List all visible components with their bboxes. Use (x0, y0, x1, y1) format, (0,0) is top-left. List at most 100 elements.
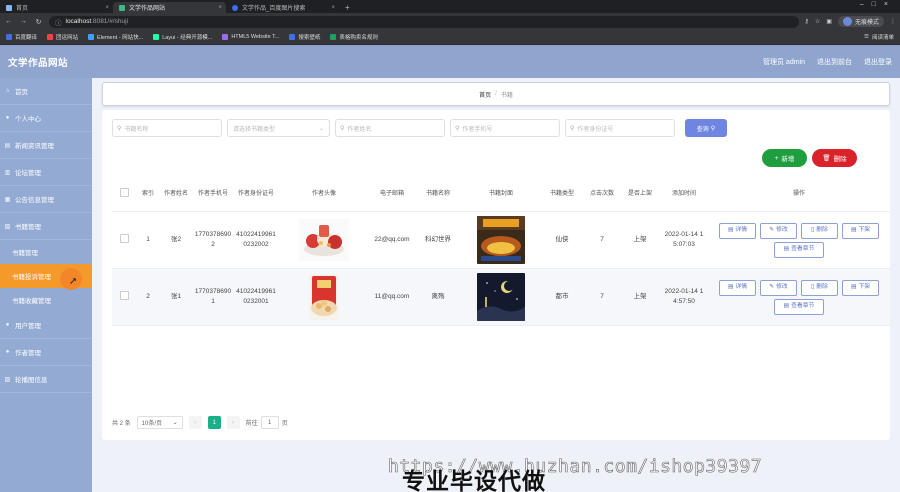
sidebar-subitem-book-favorite[interactable]: 书籍收藏管理 (0, 288, 92, 312)
user-icon: ● (5, 115, 10, 121)
author-phone-input[interactable]: ⚲ 作者手机号 (450, 119, 560, 137)
author-id-input[interactable]: ⚲ 作者身份证号 (565, 119, 675, 137)
pencil-icon: ✎ (769, 284, 775, 291)
window-controls[interactable]: –□× (860, 1, 896, 8)
star-icon[interactable]: ☆ (815, 18, 820, 25)
back-arrow-icon[interactable]: ← (4, 18, 13, 25)
sidebar-item-home[interactable]: ⌂ 首页 (0, 78, 92, 105)
cell-index: 1 (146, 236, 150, 244)
app-header: 文学作品网站 管理员 admin 退出到前台 退出登录 (0, 45, 900, 78)
close-icon[interactable]: × (105, 5, 109, 11)
sidebar-item-news[interactable]: ▤ 新闻资讯管理 (0, 132, 92, 159)
browser-tab-home[interactable]: 首页 × (0, 2, 113, 13)
sidebar-item-label: 首页 (15, 89, 28, 96)
select-all-checkbox[interactable] (112, 188, 136, 201)
detail-button[interactable]: ▤ 详情 (719, 222, 756, 239)
browser-tab-baidu[interactable]: 文学作品_百度图片搜索 × (226, 2, 339, 13)
book-name-input[interactable]: ⚲ 书籍名称 (112, 119, 222, 137)
page-size-select[interactable]: 10条/页 ⌄ (136, 416, 183, 429)
goto-page-input[interactable]: 1 (260, 416, 279, 429)
cell-author-avatar (278, 219, 370, 261)
content-card: ⚲ 书籍名称 请选择书籍类型 ⌄ ⚲ 作者姓名 ⚲ 作者手机号 ⚲ 作者身份证号 查询 ⚲ … (102, 110, 890, 440)
bookmark-label: 搜索壁纸 (298, 35, 321, 41)
bookmark-label: HTML5 Website T... (231, 34, 280, 40)
bookmark-icon (330, 34, 337, 40)
view-chapters-button[interactable]: ▤ 查看章节 (774, 241, 824, 258)
logout-link[interactable]: 退出登录 (864, 57, 892, 67)
address-bar[interactable]: ⓘ localhost:8081/#/shuji (49, 15, 799, 28)
detail-button[interactable]: ▤ 详情 (719, 279, 756, 296)
bookmark-item[interactable]: 团运网站 (47, 33, 78, 41)
close-icon[interactable]: × (331, 5, 335, 11)
bookmark-item[interactable]: Layui - 经典开源模... (153, 33, 212, 41)
sidebar-item-users[interactable]: ● 用户管理 (0, 312, 92, 339)
table-header: 索引 作者姓名 作者手机号 作者身份证号 作者头像 电子邮箱 书籍名称 书籍封面… (112, 178, 890, 212)
key-icon[interactable]: ⚷ (805, 18, 809, 25)
delete-button[interactable]: ▯ 删除 (801, 222, 838, 239)
incognito-badge[interactable]: 无痕模式 (837, 16, 884, 27)
sidebar-item-books[interactable]: ▧ 书籍管理 (0, 213, 92, 240)
prev-page-button[interactable]: ‹ (188, 416, 202, 429)
extension-icon[interactable]: ▣ (826, 18, 832, 25)
baidu-paw-icon (232, 4, 238, 11)
add-label: 新增 (781, 156, 795, 163)
next-page-button[interactable]: › (226, 416, 240, 429)
bookmark-icon (289, 34, 296, 40)
view-chapters-button[interactable]: ▤ 查看章节 (774, 298, 824, 315)
search-button[interactable]: 查询 ⚲ (685, 119, 727, 137)
back-to-front-link[interactable]: 退出到前台 (817, 57, 852, 67)
browser-tab-site[interactable]: 文学作品网站 × (113, 2, 226, 13)
book-type-select[interactable]: 请选择书籍类型 ⌄ (227, 119, 330, 137)
cell-on-shelf: 上架 (633, 293, 647, 301)
bookmark-icon (47, 34, 54, 40)
sidebar-item-label: 论坛管理 (15, 170, 41, 177)
button-label: 修改 (776, 227, 788, 234)
row-checkbox[interactable] (112, 290, 136, 304)
author-name-input[interactable]: ⚲ 作者姓名 (335, 119, 445, 137)
edit-button[interactable]: ✎ 修改 (760, 222, 797, 239)
bookmark-label: Layui - 经典开源模... (162, 35, 213, 41)
admin-label: 管理员 admin (762, 58, 805, 66)
bookmark-item[interactable]: HTML5 Website T... (222, 34, 279, 40)
bookmark-item[interactable]: Element - 网站快... (88, 33, 143, 41)
cell-add-time: 2022-01-14 14:57:50 (664, 288, 704, 305)
button-label: 删除 (816, 284, 828, 291)
cell-book-type: 都市 (555, 293, 569, 301)
bookmarks-bar: 百度翻译 团运网站 Element - 网站快... Layui - 经典开源模… (0, 30, 900, 45)
cell-operations: ▤ 详情 ✎ 修改 ▯ 删除 ▤ 下架 ▤ 查看章节 (708, 222, 890, 258)
bookmark-item[interactable]: 百度翻译 (6, 33, 37, 41)
add-button[interactable]: + 新增 (762, 149, 807, 167)
bookmark-item[interactable]: 搜索壁纸 (289, 33, 320, 41)
menu-kebab-icon[interactable]: ⋮ (890, 18, 896, 25)
page-number-current[interactable]: 1 (207, 416, 221, 429)
row-checkbox[interactable] (112, 233, 136, 247)
table-row: 2 张1 17703786901 410224199610232001 11@q… (112, 269, 890, 326)
home-icon: ⌂ (5, 88, 10, 94)
sidebar-item-carousel[interactable]: ▨ 轮播图信息 (0, 366, 92, 393)
document-icon: ▤ (850, 284, 857, 291)
sidebar-item-profile[interactable]: ● 个人中心 (0, 105, 92, 132)
chevron-down-icon: ⌄ (318, 125, 324, 132)
cell-book-type: 仙侠 (555, 236, 569, 244)
offshelf-button[interactable]: ▤ 下架 (842, 222, 879, 239)
placeholder: 书籍名称 (124, 126, 149, 133)
reading-list-label: 阅读清单 (871, 35, 894, 41)
sidebar-subitem-book-manage[interactable]: 书籍管理 (0, 240, 92, 264)
toolbar-right: ⚷ ☆ ▣ 无痕模式 ⋮ (805, 16, 896, 27)
batch-delete-button[interactable]: 🗑 删除 (812, 149, 857, 167)
forward-arrow-icon[interactable]: → (19, 18, 28, 25)
new-tab-button[interactable]: + (339, 2, 356, 13)
cell-clicks: 7 (600, 236, 604, 244)
offshelf-button[interactable]: ▤ 下架 (842, 279, 879, 296)
delete-button[interactable]: ▯ 删除 (801, 279, 838, 296)
bookmark-item[interactable]: 表格购卖名规则 (330, 33, 378, 41)
edit-button[interactable]: ✎ 修改 (760, 279, 797, 296)
breadcrumb-home[interactable]: 首页 (479, 90, 491, 99)
close-icon[interactable]: × (218, 5, 222, 11)
reading-list[interactable]: ☰ 阅读清单 (864, 33, 894, 41)
sidebar-item-forum[interactable]: ▥ 论坛管理 (0, 159, 92, 186)
sidebar-item-notice[interactable]: ▦ 公告信息管理 (0, 186, 92, 213)
sidebar-item-authors[interactable]: ● 作者管理 (0, 339, 92, 366)
reload-icon[interactable]: ↻ (34, 18, 43, 26)
bookmark-label: Element - 网站快... (97, 35, 144, 41)
